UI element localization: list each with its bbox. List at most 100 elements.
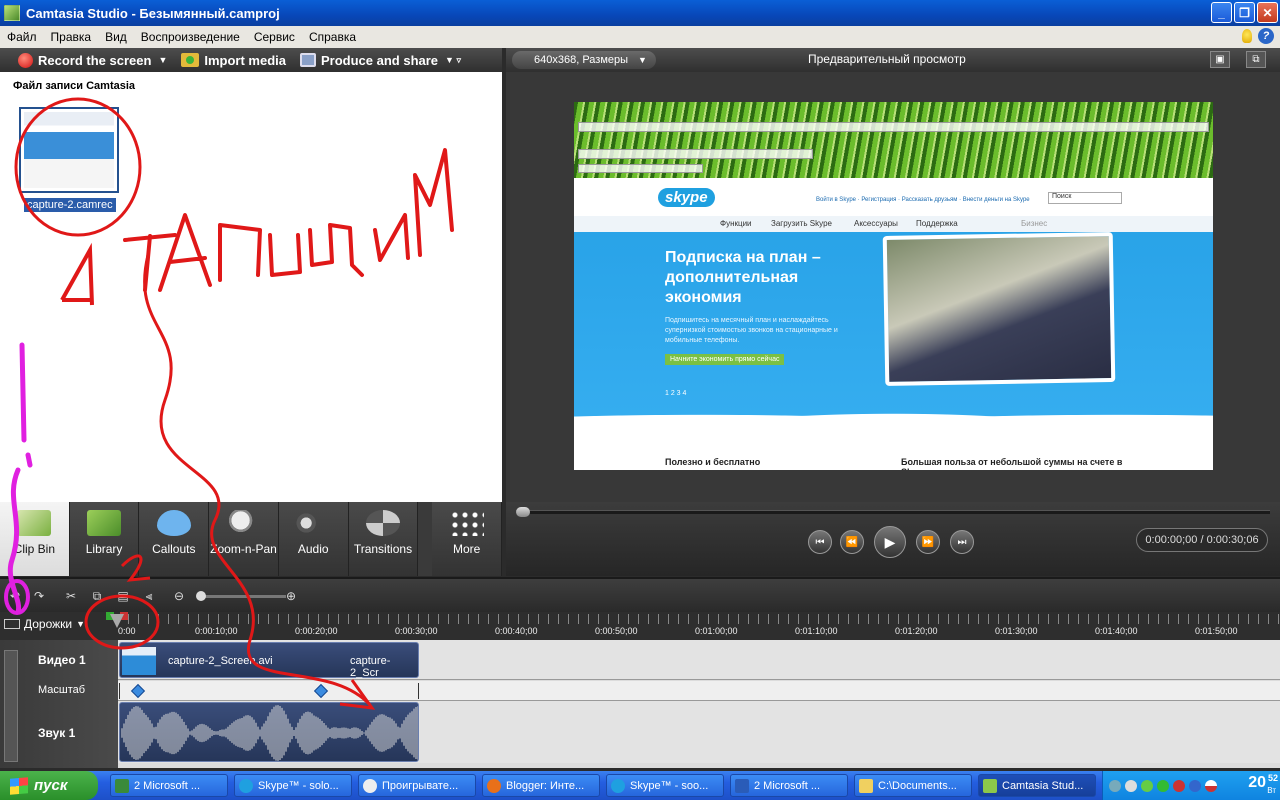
network-icon[interactable] [1125,779,1137,792]
audio-clip[interactable] [119,702,419,762]
tab-zoom-n-pan[interactable]: Zoom-n-Pan [209,502,279,576]
menu-file[interactable]: Файл [0,30,44,44]
split-icon[interactable]: ⫷ [140,587,158,605]
produce-icon [299,53,316,67]
fullscreen-icon[interactable]: ▣ [1210,51,1230,68]
track-labels: Видео 1 Масштаб Звук 1 [0,640,118,768]
media-player-icon [363,778,377,793]
import-media-button[interactable]: Import media [181,53,286,68]
skype-nav-item: Загрузить Skype [771,219,832,228]
paste-icon[interactable]: ▤ [114,587,132,605]
skype-nav: Функции Загрузить Skype Аксессуары Подде… [574,216,1213,232]
taskbar-item[interactable]: C:\Documents... [854,774,972,797]
menu-playback[interactable]: Воспроизведение [134,30,247,44]
tab-more[interactable]: More [432,502,503,576]
skype-nav-item: Бизнес [1021,219,1048,228]
import-folder-icon [181,53,200,67]
menu-view[interactable]: Вид [98,30,134,44]
help-icon[interactable]: ? [1258,28,1274,44]
skip-end-icon[interactable]: ⏭ [950,530,974,554]
close-button[interactable]: ✕ [1257,2,1278,23]
tray-back-icon[interactable] [1109,779,1121,792]
library-icon [87,510,122,536]
skype-nav-item: Функции [720,219,752,228]
maximize-button[interactable]: ❐ [1234,2,1255,23]
zoom-out-icon[interactable]: ⊖ [170,587,188,605]
copy-icon[interactable]: ⧉ [88,587,106,605]
skip-start-icon[interactable]: ⏮ [808,530,832,554]
taskbar-item[interactable]: 2 Microsoft ... [110,774,228,797]
tracks-dropdown[interactable]: Дорожки ▼ [4,617,85,631]
tab-transitions[interactable]: Transitions [348,502,419,576]
menu-tools[interactable]: Сервис [247,30,302,44]
taskbar-item[interactable]: Проигрывате... [358,774,476,797]
clip-bin-icon [17,510,52,536]
transitions-icon [365,510,400,536]
hero-title: Подписка на план – дополнительная эконом… [665,249,821,306]
seek-knob[interactable] [516,507,530,517]
detach-preview-icon[interactable]: ⧉ [1246,51,1266,68]
system-tray: 20 52 Вт [1102,771,1280,800]
lightbulb-icon[interactable] [1242,29,1252,43]
skype-nav-item: Аксессуары [854,219,898,228]
col1-title: Полезно и бесплатно [665,457,761,467]
col2-title: Большая польза от небольшой суммы на сче… [901,457,1123,470]
camtasia-icon [983,778,997,793]
skype-header: skype Войти в Skype · Регистрация · Расс… [574,178,1213,216]
hero-subtitle: Подпишитесь на месячный план и наслаждай… [665,317,838,344]
hero-button: Начните экономить прямо сейчас [665,354,785,365]
play-icon[interactable]: ▶ [874,526,906,558]
tab-clip-bin[interactable]: Clip Bin [0,502,70,576]
ruler-tick: 0:00:50;00 [595,626,638,636]
track-scroll-handle[interactable] [4,650,18,762]
bluetooth-icon[interactable] [1189,779,1201,792]
cut-icon[interactable]: ✂ [62,587,80,605]
rewind-icon[interactable]: ⏪ [840,530,864,554]
preview-size-dropdown[interactable]: 640x368, Размеры ▼ [512,51,656,69]
seek-bar[interactable] [516,507,1270,517]
timeline-zoom-slider[interactable] [196,591,286,601]
skype-tray-icon[interactable] [1157,779,1169,792]
more-icon [449,510,484,536]
taskbar-item[interactable]: Skype™ - soo... [606,774,724,797]
menu-edit[interactable]: Правка [44,30,99,44]
fast-forward-icon[interactable]: ⏩ [916,530,940,554]
language-flag-icon[interactable] [1205,779,1217,792]
taskbar-item[interactable]: Blogger: Инте... [482,774,600,797]
minimize-button[interactable]: _ [1211,2,1232,23]
taskbar-item-active[interactable]: Camtasia Stud... [978,774,1096,797]
menu-bar: Файл Правка Вид Воспроизведение Сервис С… [0,26,1280,48]
playhead[interactable] [106,612,128,630]
menu-help[interactable]: Справка [302,30,363,44]
record-icon [18,52,33,68]
taskbar-item[interactable]: 2 Microsoft ... [730,774,848,797]
clock[interactable]: 20 52 Вт [1248,773,1278,795]
tab-library[interactable]: Library [69,502,140,576]
undo-icon[interactable]: ↶ [6,587,24,605]
clip-name[interactable]: capture-2.camrec [24,198,116,212]
tracks-icon [4,619,20,629]
clip-bin-header: Файл записи Camtasia [13,80,136,92]
tab-audio[interactable]: Audio [278,502,349,576]
ruler-tick: 0:01:20;00 [895,626,938,636]
zoom-track-label: Масштаб [38,684,86,696]
clip-thumbnail[interactable] [19,107,119,193]
skype-icon [239,778,253,793]
record-screen-button[interactable]: Record the screen ▼ [18,52,167,68]
security-icon[interactable] [1173,779,1185,792]
redo-icon[interactable]: ↷ [30,587,48,605]
produce-share-button[interactable]: Produce and share ▼ ▿ [299,53,461,68]
player-controls: ⏮ ⏪ ▶ ⏩ ⏭ 0:00:00;00 / 0:00:30;06 [506,502,1280,576]
zoom-in-icon[interactable]: ⊕ [282,587,300,605]
firefox-icon [487,778,501,793]
tray-app-icon[interactable] [1141,779,1153,792]
tab-callouts[interactable]: Callouts [139,502,210,576]
skype-hero: Подписка на план – дополнительная эконом… [574,232,1213,432]
timeline-ruler[interactable]: Дорожки ▼ 0:00 0:00:10;00 0:00:20;00 0:00… [0,612,1280,640]
zoom-region[interactable] [119,683,419,699]
video-canvas[interactable]: skype Войти в Skype · Регистрация · Расс… [574,102,1213,470]
start-button[interactable]: пуск [0,771,98,800]
video-clip[interactable]: capture-2_Screen.avi capture-2_Scr [119,642,419,679]
folder-icon [859,778,873,793]
taskbar-item[interactable]: Skype™ - solo... [234,774,352,797]
